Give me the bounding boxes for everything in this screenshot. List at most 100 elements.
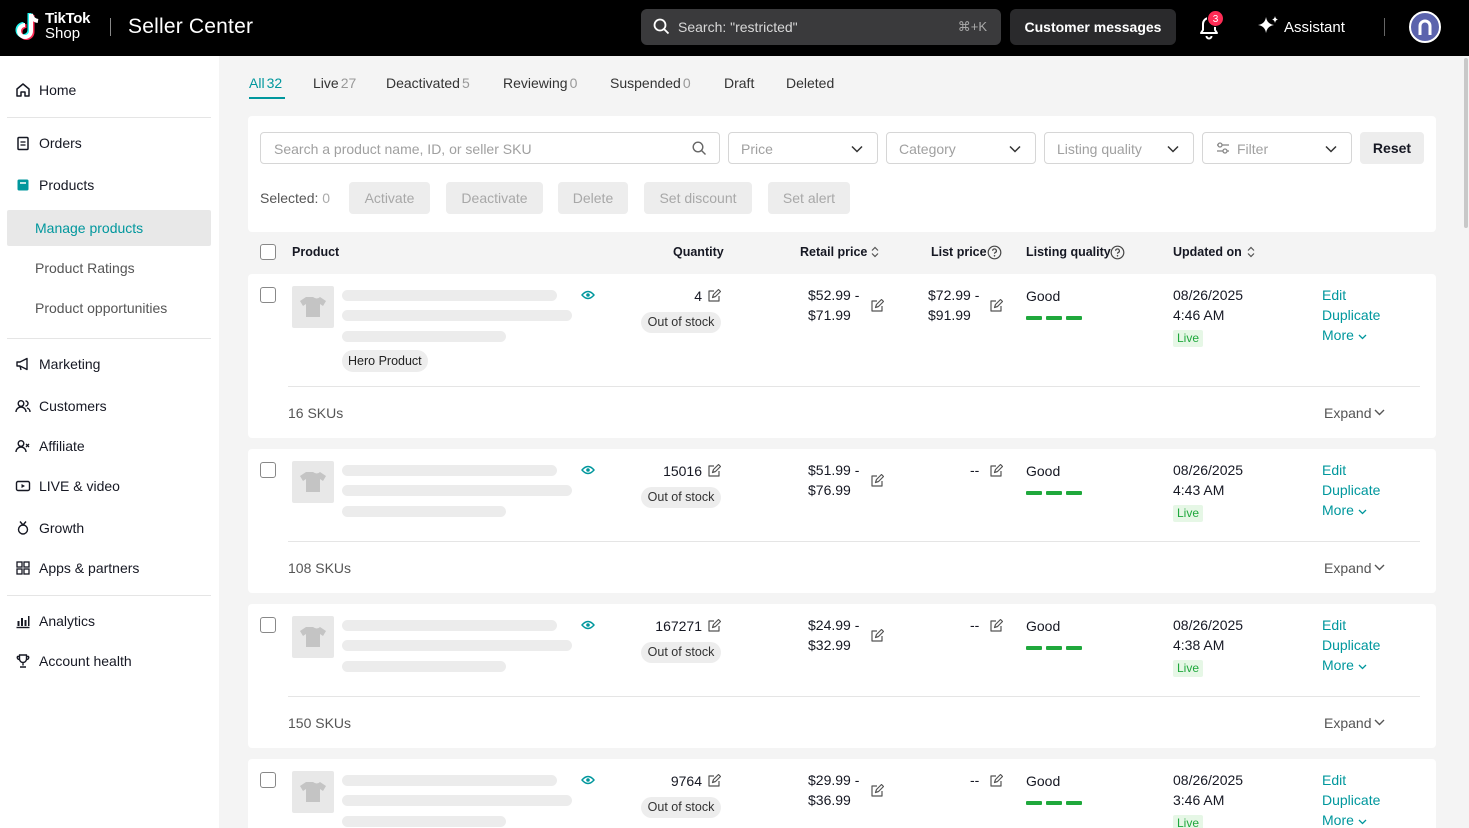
edit-icon[interactable]: [989, 774, 1003, 788]
deactivate-button[interactable]: Deactivate: [446, 182, 543, 214]
edit-link[interactable]: Edit: [1322, 770, 1346, 790]
product-search-input[interactable]: Search a product name, ID, or seller SKU: [260, 132, 720, 164]
more-menu[interactable]: More: [1322, 810, 1367, 828]
sidebar-item-account-health[interactable]: Account health: [7, 643, 211, 679]
retail-price-max: $76.99: [808, 482, 851, 498]
sidebar-item-manage-products[interactable]: Manage products: [7, 210, 211, 246]
edit-link[interactable]: Edit: [1322, 285, 1346, 305]
sidebar-item-customers[interactable]: Customers: [7, 388, 211, 424]
quantity-value: 9764: [670, 773, 702, 789]
edit-icon[interactable]: [989, 299, 1003, 313]
product-thumbnail[interactable]: [292, 286, 334, 328]
seller-center-title: Seller Center: [128, 15, 254, 38]
tiktok-shop-logo[interactable]: TikTok Shop: [14, 10, 98, 44]
column-updated-on[interactable]: Updated on: [1173, 245, 1242, 259]
tab-draft[interactable]: Draft: [724, 75, 754, 91]
listing-quality-dropdown[interactable]: Listing quality: [1044, 132, 1194, 164]
updated-on: 08/26/2025 4:38 AM: [1173, 615, 1243, 655]
edit-icon[interactable]: [989, 619, 1003, 633]
product-thumbnail[interactable]: [292, 616, 334, 658]
eye-icon[interactable]: [581, 290, 595, 300]
tab-count: 0: [682, 75, 691, 91]
duplicate-link[interactable]: Duplicate: [1322, 480, 1380, 500]
edit-icon[interactable]: [707, 464, 721, 478]
sidebar-item-product-ratings[interactable]: Product Ratings: [7, 250, 211, 286]
price-dropdown[interactable]: Price: [728, 132, 878, 164]
expand-button[interactable]: Expand: [1324, 715, 1385, 731]
sidebar-item-live-video[interactable]: LIVE & video: [7, 468, 211, 504]
sidebar-item-home[interactable]: Home: [7, 72, 211, 108]
delete-button[interactable]: Delete: [558, 182, 628, 214]
more-menu[interactable]: More: [1322, 655, 1367, 675]
duplicate-link[interactable]: Duplicate: [1322, 305, 1380, 325]
sort-icon[interactable]: [871, 246, 879, 258]
sidebar-item-products[interactable]: Products: [7, 167, 211, 203]
sidebar-item-product-opportunities[interactable]: Product opportunities: [7, 290, 211, 326]
tab-all[interactable]: All 32: [249, 75, 282, 91]
edit-icon[interactable]: [870, 299, 884, 313]
help-circle-icon[interactable]: [987, 245, 1002, 260]
tab-live[interactable]: Live 27: [313, 75, 356, 91]
sidebar-label-product-opportunities: Product opportunities: [35, 300, 168, 316]
expand-button[interactable]: Expand: [1324, 560, 1385, 576]
eye-icon[interactable]: [581, 465, 595, 475]
tshirt-icon: [300, 472, 326, 492]
filter-dropdown[interactable]: Filter: [1202, 132, 1352, 164]
updated-date: 08/26/2025: [1173, 462, 1244, 478]
sidebar-label-customers: Customers: [39, 398, 107, 414]
tab-reviewing[interactable]: Reviewing 0: [503, 75, 577, 91]
edit-icon[interactable]: [707, 289, 721, 303]
global-search[interactable]: Search: "restricted" ⌘+K: [641, 9, 1001, 45]
row-checkbox[interactable]: [260, 462, 276, 478]
product-thumbnail[interactable]: [292, 461, 334, 503]
product-id-placeholder: [342, 331, 506, 342]
edit-icon[interactable]: [989, 464, 1003, 478]
row-checkbox[interactable]: [260, 617, 276, 633]
set-alert-button[interactable]: Set alert: [768, 182, 850, 214]
sidebar-item-apps-partners[interactable]: Apps & partners: [7, 550, 211, 586]
tab-deactivated[interactable]: Deactivated 5: [386, 75, 470, 91]
edit-icon[interactable]: [707, 774, 721, 788]
more-menu[interactable]: More: [1322, 500, 1367, 520]
activate-button[interactable]: Activate: [349, 182, 430, 214]
reset-button[interactable]: Reset: [1360, 132, 1424, 164]
sidebar-item-analytics[interactable]: Analytics: [7, 603, 211, 639]
sidebar-item-orders[interactable]: Orders: [7, 125, 211, 161]
tab-suspended[interactable]: Suspended 0: [610, 75, 691, 91]
set-discount-button[interactable]: Set discount: [644, 182, 752, 214]
edit-icon[interactable]: [870, 629, 884, 643]
updated-date: 08/26/2025: [1173, 287, 1244, 303]
chevron-down-icon: [1358, 664, 1367, 670]
retail-price-min: $51.99 -: [808, 462, 860, 478]
product-thumbnail[interactable]: [292, 771, 334, 813]
expand-button[interactable]: Expand: [1324, 405, 1385, 421]
edit-icon[interactable]: [870, 474, 884, 488]
users-icon: [15, 400, 31, 413]
edit-link[interactable]: Edit: [1322, 615, 1346, 635]
edit-link[interactable]: Edit: [1322, 460, 1346, 480]
column-retail-price[interactable]: Retail price: [800, 245, 867, 259]
more-menu[interactable]: More: [1322, 325, 1367, 345]
edit-icon[interactable]: [707, 619, 721, 633]
column-listing-quality: Listing quality: [1026, 245, 1111, 259]
duplicate-link[interactable]: Duplicate: [1322, 790, 1380, 810]
select-all-checkbox[interactable]: [260, 244, 276, 260]
category-dropdown[interactable]: Category: [886, 132, 1036, 164]
expand-label: Expand: [1324, 715, 1372, 731]
row-checkbox[interactable]: [260, 772, 276, 788]
sidebar-item-affiliate[interactable]: Affiliate: [7, 428, 211, 464]
eye-icon[interactable]: [581, 620, 595, 630]
sidebar-item-growth[interactable]: Growth: [7, 510, 211, 546]
edit-icon[interactable]: [870, 784, 884, 798]
help-circle-icon[interactable]: [1110, 245, 1125, 260]
eye-icon[interactable]: [581, 775, 595, 785]
customer-messages-button[interactable]: Customer messages: [1010, 9, 1176, 45]
duplicate-link[interactable]: Duplicate: [1322, 635, 1380, 655]
user-avatar[interactable]: [1409, 11, 1441, 43]
row-checkbox[interactable]: [260, 287, 276, 303]
more-label: More: [1322, 812, 1354, 828]
tab-deleted[interactable]: Deleted: [786, 75, 834, 91]
page-scrollbar[interactable]: [1464, 58, 1468, 228]
sort-icon[interactable]: [1247, 246, 1255, 258]
sidebar-item-marketing[interactable]: Marketing: [7, 346, 211, 382]
